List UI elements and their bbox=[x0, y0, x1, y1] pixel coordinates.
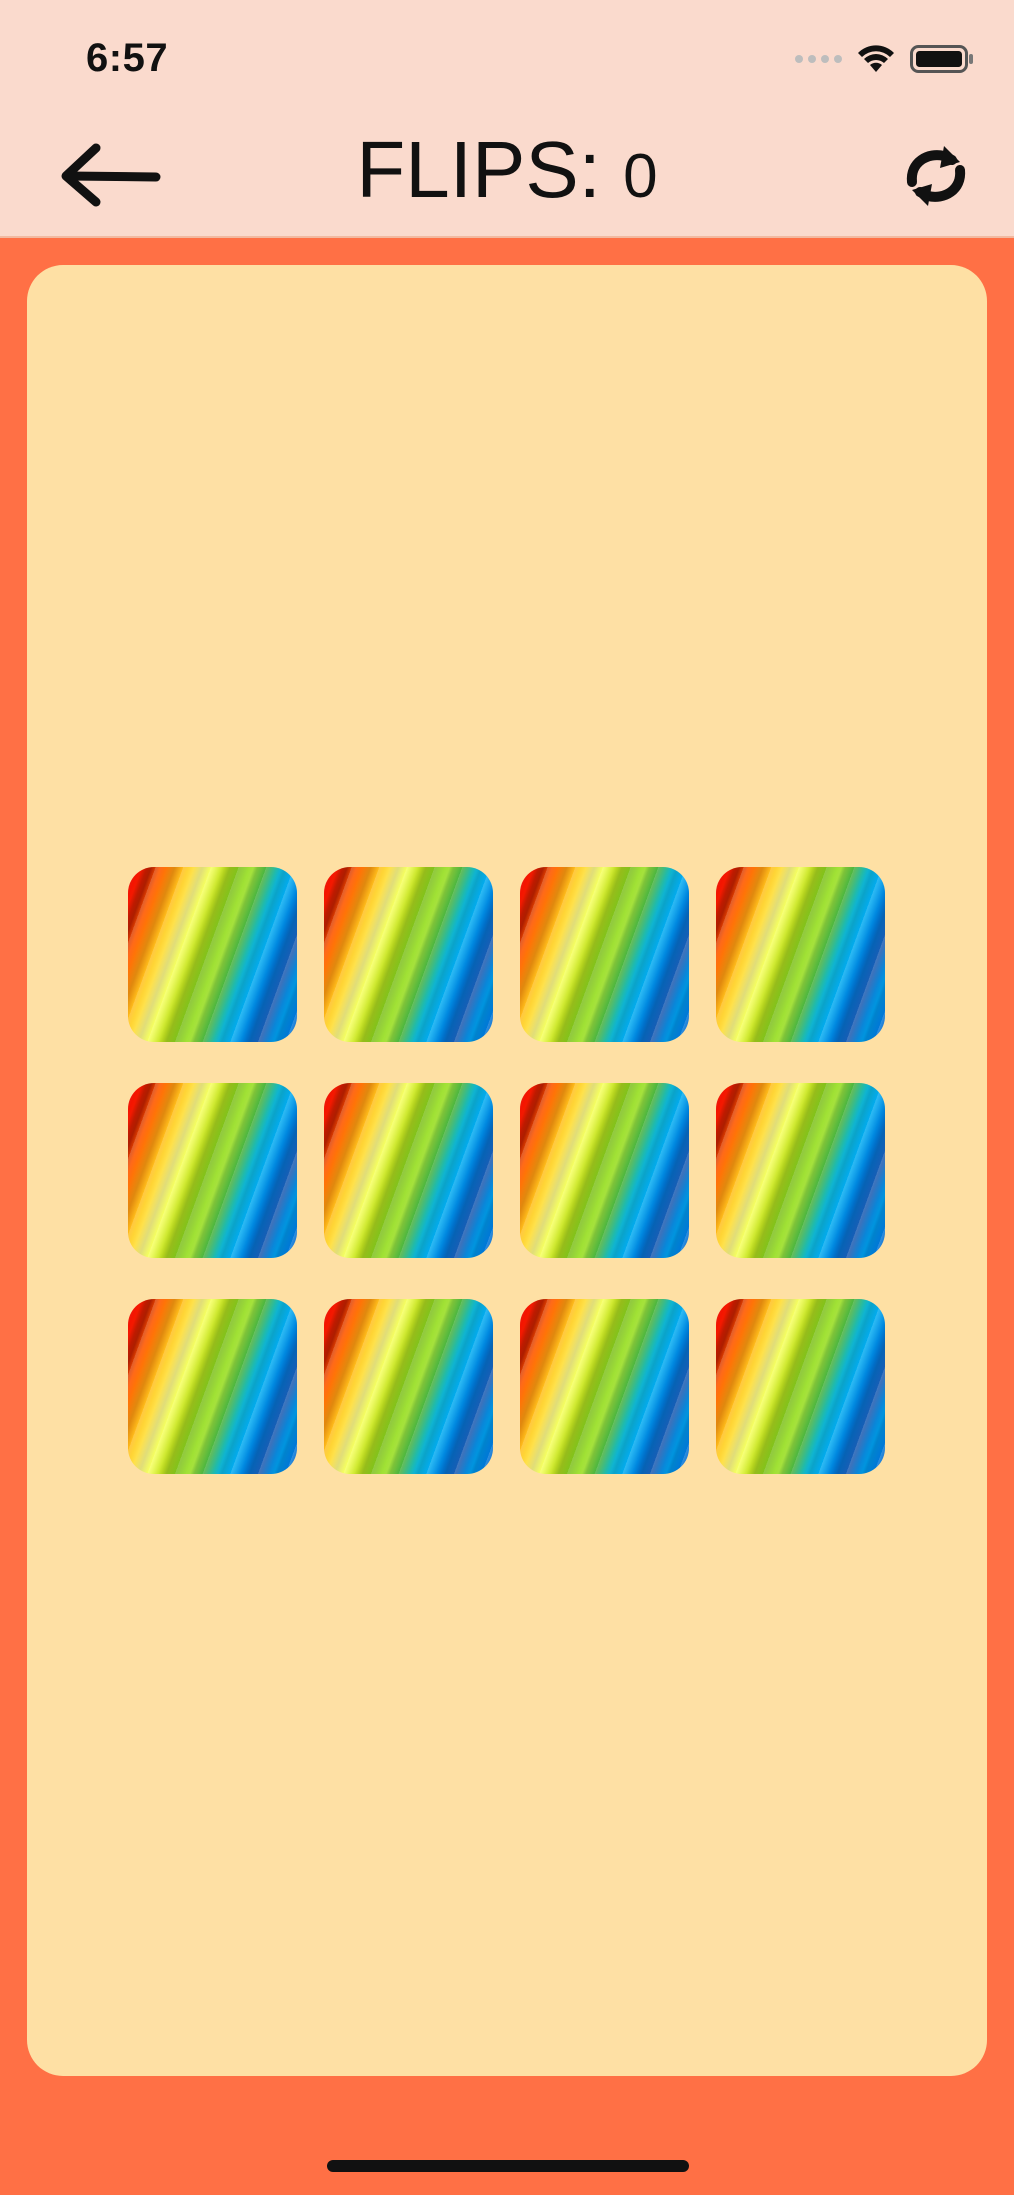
card-grid bbox=[128, 867, 885, 1474]
home-indicator[interactable] bbox=[327, 2160, 689, 2172]
status-time: 6:57 bbox=[86, 36, 169, 80]
card-r2-c1[interactable] bbox=[128, 1083, 297, 1258]
card-r2-c3[interactable] bbox=[520, 1083, 689, 1258]
card-r1-c3[interactable] bbox=[520, 867, 689, 1042]
refresh-icon bbox=[906, 146, 966, 206]
battery-icon bbox=[910, 45, 973, 73]
wifi-icon bbox=[858, 45, 894, 72]
card-r1-c1[interactable] bbox=[128, 867, 297, 1042]
card-r1-c2[interactable] bbox=[324, 867, 493, 1042]
status-icons bbox=[795, 44, 974, 74]
flips-counter: FLIPS: 0 bbox=[0, 120, 1014, 227]
header-bar: 6:57 FLIPS: 0 bbox=[0, 0, 1014, 238]
signal-dots-icon bbox=[795, 55, 842, 63]
flips-label: FLIPS: bbox=[356, 125, 624, 214]
flip-count: 0 bbox=[623, 142, 658, 211]
card-r2-c2[interactable] bbox=[324, 1083, 493, 1258]
card-r1-c4[interactable] bbox=[716, 867, 885, 1042]
card-r3-c3[interactable] bbox=[520, 1299, 689, 1474]
card-r3-c4[interactable] bbox=[716, 1299, 885, 1474]
card-r3-c2[interactable] bbox=[324, 1299, 493, 1474]
restart-button[interactable] bbox=[898, 138, 974, 214]
card-r2-c4[interactable] bbox=[716, 1083, 885, 1258]
card-r3-c1[interactable] bbox=[128, 1299, 297, 1474]
